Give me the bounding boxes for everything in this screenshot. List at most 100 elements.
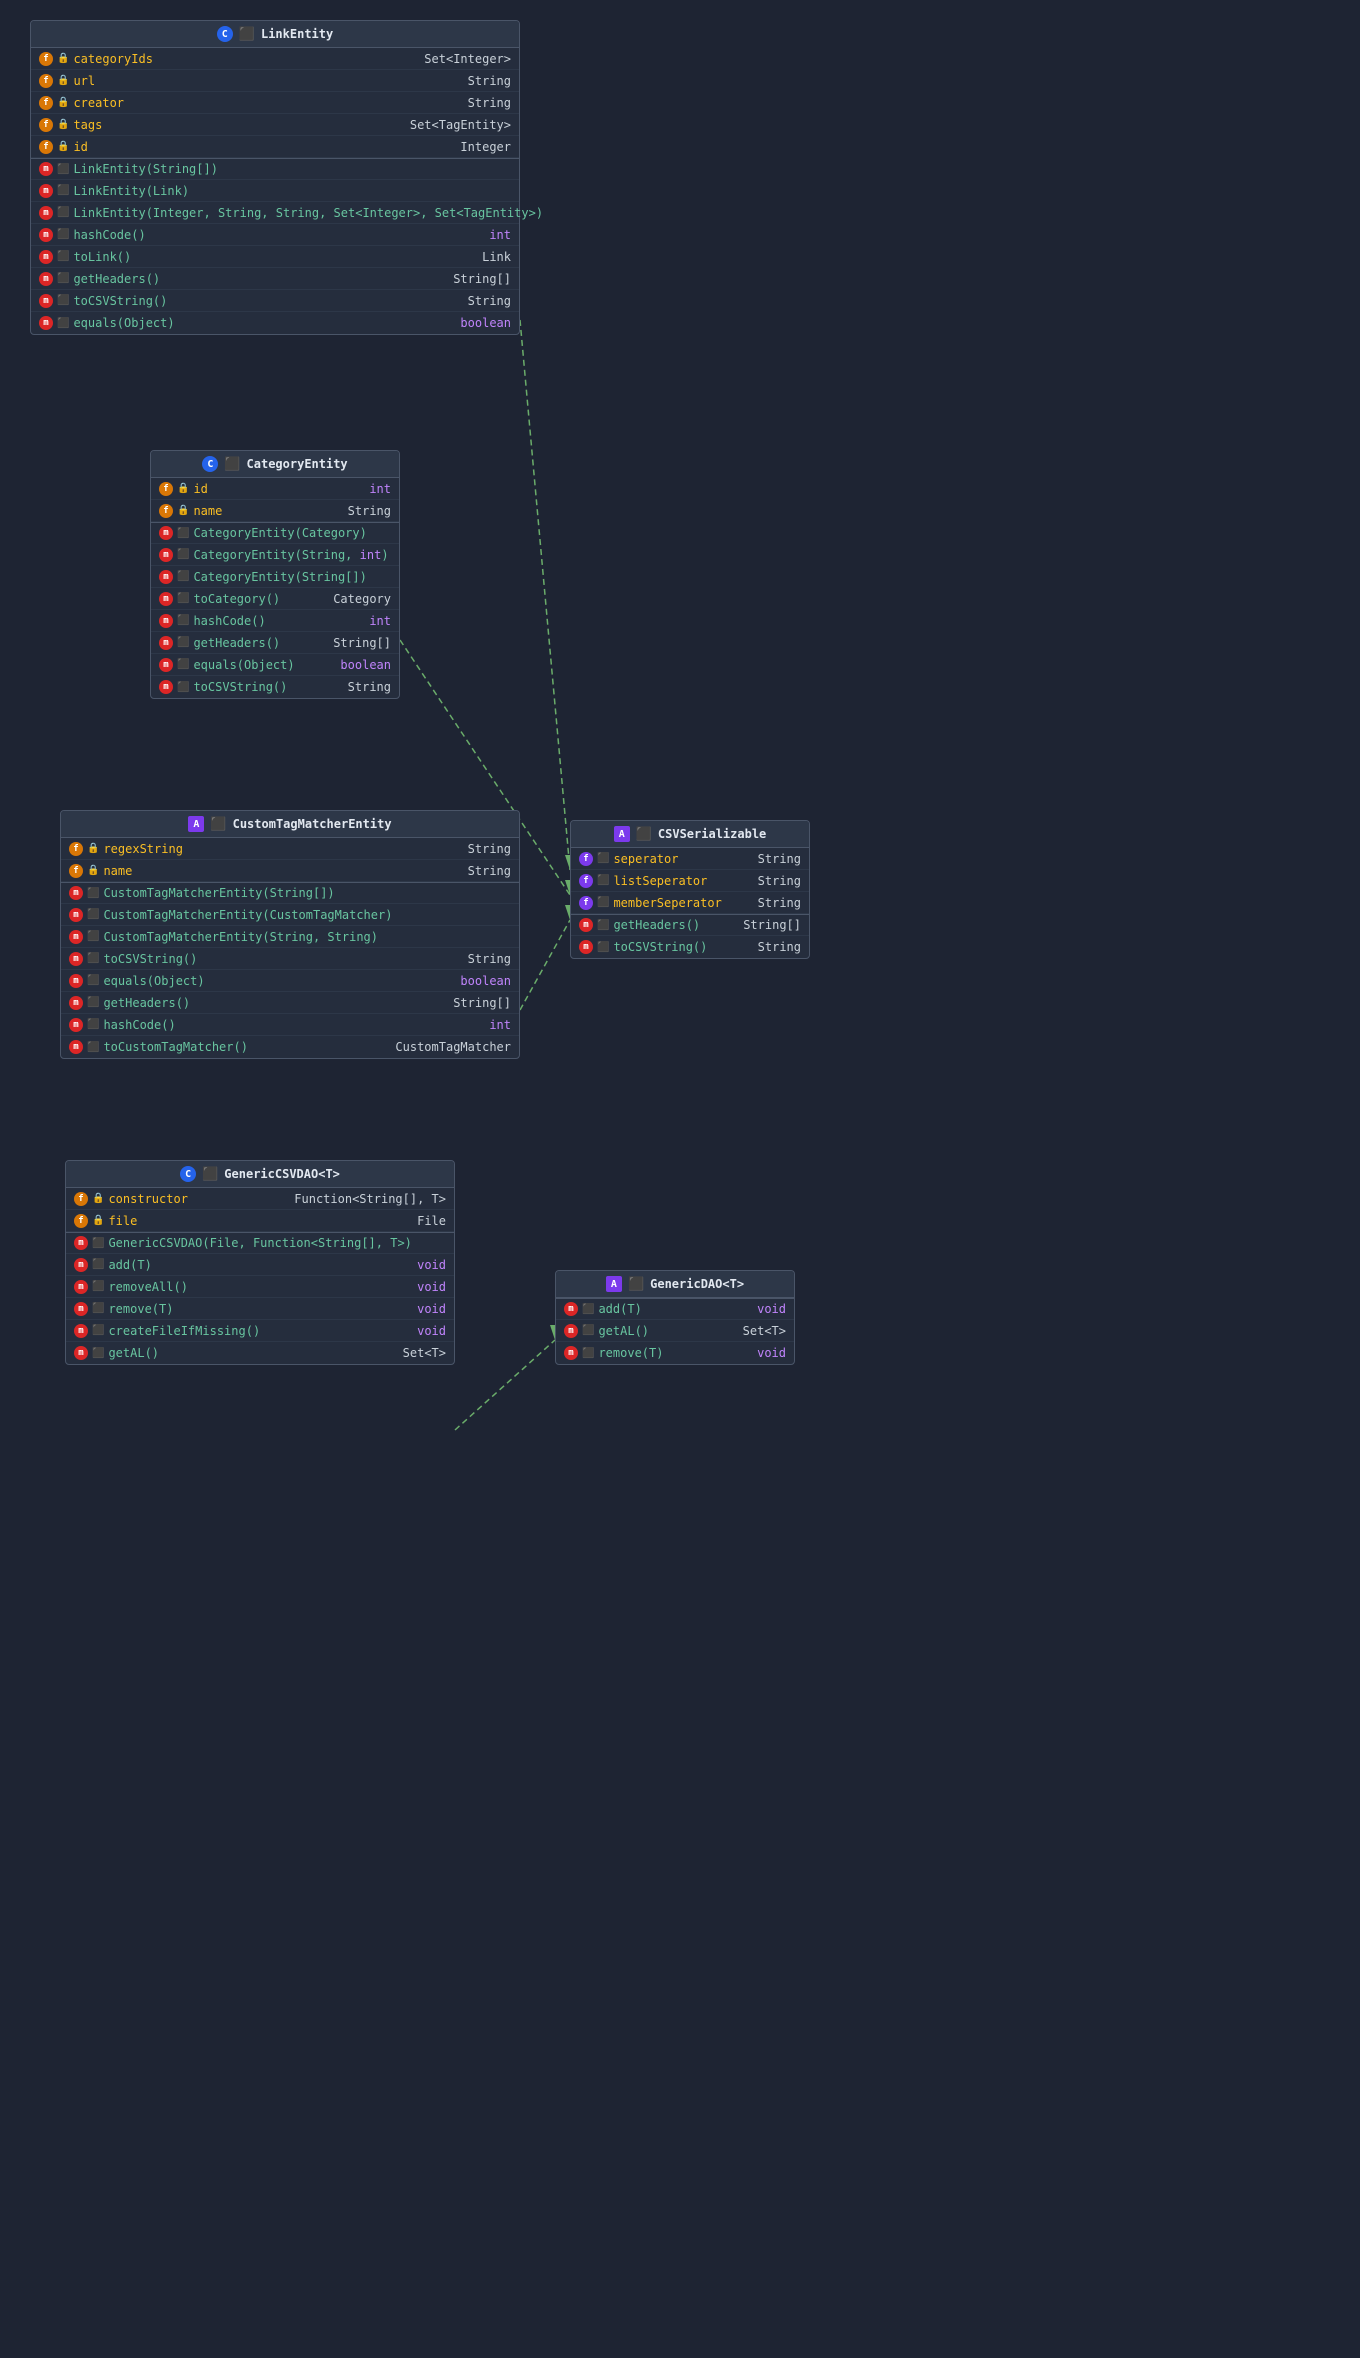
method-name: equals(Object) <box>193 658 328 672</box>
field-type: Integer <box>460 140 511 154</box>
visibility-icon: ⬛ <box>57 229 69 240</box>
method-type: void <box>417 1280 446 1294</box>
method-row: m ⬛ CategoryEntity(Category) <box>151 522 399 544</box>
method-row: m ⬛ remove(T) void <box>556 1342 794 1364</box>
visibility-icon: ⬛ <box>177 549 189 560</box>
method-row: m ⬛ LinkEntity(Integer, String, String, … <box>31 202 519 224</box>
method-row: m ⬛ getHeaders() String[] <box>151 632 399 654</box>
method-row: m ⬛ LinkEntity(String[]) <box>31 158 519 180</box>
method-icon: m <box>39 272 53 286</box>
visibility-icon: ⬛ <box>92 1325 104 1336</box>
method-row: m ⬛ getHeaders() String[] <box>31 268 519 290</box>
method-type: String <box>468 294 511 308</box>
method-type: Category <box>333 592 391 606</box>
field-name: name <box>193 504 335 518</box>
method-type: void <box>417 1324 446 1338</box>
field-name: tags <box>73 118 397 132</box>
field-type: String <box>758 852 801 866</box>
method-name: toCategory() <box>193 592 321 606</box>
method-row: m ⬛ createFileIfMissing() void <box>66 1320 454 1342</box>
method-type: boolean <box>460 316 511 330</box>
method-row: m ⬛ CategoryEntity(String, int) <box>151 544 399 566</box>
field-row: f 🔒 creator String <box>31 92 519 114</box>
method-row: m ⬛ equals(Object) boolean <box>61 970 519 992</box>
field-icon: f <box>74 1214 88 1228</box>
method-row: m ⬛ getHeaders() String[] <box>571 914 809 936</box>
abstract-icon: A <box>188 816 204 832</box>
method-row: m ⬛ toCSVString() String <box>61 948 519 970</box>
method-icon: m <box>564 1324 578 1338</box>
method-icon: m <box>159 636 173 650</box>
method-name: getHeaders() <box>73 272 441 286</box>
method-name: getHeaders() <box>103 996 441 1010</box>
method-icon: m <box>39 294 53 308</box>
method-row: m ⬛ toCSVString() String <box>151 676 399 698</box>
field-row: f ⬛ listSeperator String <box>571 870 809 892</box>
visibility-icon: ⬛ <box>597 942 609 953</box>
method-icon: m <box>69 930 83 944</box>
visibility-icon: ⬛ <box>177 615 189 626</box>
method-row: m ⬛ CustomTagMatcherEntity(String[]) <box>61 882 519 904</box>
field-icon: f <box>39 74 53 88</box>
box-csv-serializable: A ⬛ CSVSerializable f ⬛ seperator String… <box>570 820 810 959</box>
field-type: String <box>348 504 391 518</box>
field-name: id <box>73 140 448 154</box>
method-row: m ⬛ CategoryEntity(String[]) <box>151 566 399 588</box>
method-name: CategoryEntity(String[]) <box>193 570 391 584</box>
field-icon: f <box>39 96 53 110</box>
method-icon: m <box>39 184 53 198</box>
field-row: f 🔒 id int <box>151 478 399 500</box>
method-name: toCSVString() <box>193 680 335 694</box>
method-type: String <box>348 680 391 694</box>
visibility-icon: ⬛ <box>597 920 609 931</box>
field-type: String <box>758 874 801 888</box>
method-type: String[] <box>453 996 511 1010</box>
visibility-icon: ⬛ <box>87 909 99 920</box>
method-icon: m <box>69 952 83 966</box>
generic-csv-dao-header: C ⬛ GenericCSVDAO<T> <box>66 1161 454 1188</box>
method-icon: m <box>39 162 53 176</box>
method-icon: m <box>74 1236 88 1250</box>
method-name: createFileIfMissing() <box>108 1324 405 1338</box>
method-name: removeAll() <box>108 1280 405 1294</box>
lock-icon: 🔒 <box>177 505 189 516</box>
method-name: LinkEntity(Link) <box>73 184 511 198</box>
field-type: Function<String[], T> <box>294 1192 446 1206</box>
method-row: m ⬛ getAL() Set<T> <box>556 1320 794 1342</box>
method-name: GenericCSVDAO(File, Function<String[], T… <box>108 1236 446 1250</box>
field-row: f ⬛ seperator String <box>571 848 809 870</box>
method-name: toCSVString() <box>73 294 455 308</box>
field-name: constructor <box>108 1192 282 1206</box>
box-link-entity: C ⬛ LinkEntity f 🔒 categoryIds Set<Integ… <box>30 20 520 335</box>
method-type: int <box>489 228 511 242</box>
visibility-icon: ⬛ <box>87 1042 99 1053</box>
method-type: void <box>757 1346 786 1360</box>
method-type: Set<T> <box>743 1324 786 1338</box>
visibility-icon: ⬛ <box>177 659 189 670</box>
visibility-icon: ⬛ <box>177 528 189 539</box>
visibility-icon: ⬛ <box>92 1348 104 1359</box>
visibility-icon: ⬛ <box>582 1348 594 1359</box>
lock-icon: 🔒 <box>92 1193 104 1204</box>
method-name: toLink() <box>73 250 470 264</box>
method-type: int <box>369 614 391 628</box>
method-icon: m <box>159 526 173 540</box>
method-row: m ⬛ equals(Object) boolean <box>31 312 519 334</box>
abstract-icon: A <box>614 826 630 842</box>
visibility-icon: ⬛ <box>87 931 99 942</box>
method-row: m ⬛ removeAll() void <box>66 1276 454 1298</box>
field-name: id <box>193 482 357 496</box>
field-type: File <box>417 1214 446 1228</box>
lock-icon: 🔒 <box>57 75 69 86</box>
visibility-icon: ⬛ <box>177 682 189 693</box>
method-type: String <box>758 940 801 954</box>
visibility-icon: ⬛ <box>57 251 69 262</box>
generic-dao-header: A ⬛ GenericDAO<T> <box>556 1271 794 1298</box>
method-name: equals(Object) <box>103 974 448 988</box>
method-name: toCSVString() <box>103 952 455 966</box>
field-name: regexString <box>103 842 455 856</box>
field-type: Set<TagEntity> <box>410 118 511 132</box>
method-row: m ⬛ equals(Object) boolean <box>151 654 399 676</box>
category-entity-header: C ⬛ CategoryEntity <box>151 451 399 478</box>
field-icon: f <box>159 482 173 496</box>
